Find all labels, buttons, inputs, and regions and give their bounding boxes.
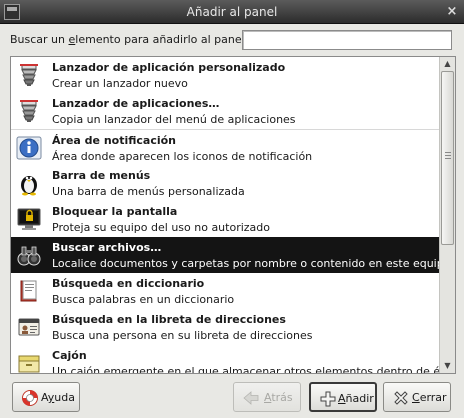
item-description: Un cajón emergente en el que almacenar o… bbox=[52, 365, 439, 373]
search-label: Buscar un elemento para añadirlo al pane… bbox=[10, 33, 249, 46]
item-name: Búsqueda en diccionario bbox=[52, 277, 205, 290]
back-button[interactable]: Atrás bbox=[233, 382, 301, 412]
item-name: Búsqueda en la libreta de direcciones bbox=[52, 313, 286, 326]
item-description: Área donde aparecen los iconos de notifi… bbox=[52, 150, 313, 163]
item-description: Copia un lanzador del menú de aplicacion… bbox=[52, 113, 296, 126]
list-item[interactable]: Cajón Un cajón emergente en el que almace… bbox=[11, 345, 439, 373]
list-item[interactable]: Bloquear la pantalla Proteja su equipo de… bbox=[11, 201, 439, 237]
item-name: Lanzador de aplicaciones… bbox=[52, 97, 220, 110]
items-list-frame: Lanzador de aplicación personalizado Crea… bbox=[10, 56, 456, 374]
launcher-icon bbox=[16, 62, 42, 88]
list-item[interactable]: Lanzador de aplicación personalizado Crea… bbox=[11, 57, 439, 93]
button-row: Ayuda Atrás Añadir Cerrar bbox=[0, 382, 464, 412]
scroll-thumb[interactable] bbox=[441, 71, 454, 245]
list-item[interactable]: Área de notificación Área donde aparecen … bbox=[11, 129, 439, 165]
list-item[interactable]: Lanzador de aplicaciones… Copia un lanzad… bbox=[11, 93, 439, 129]
back-arrow-icon bbox=[243, 391, 259, 405]
penguin-icon bbox=[16, 170, 42, 196]
list-item[interactable]: Buscar archivos… Localice documentos y ca… bbox=[11, 237, 439, 273]
help-button[interactable]: Ayuda bbox=[12, 382, 80, 412]
item-description: Busca palabras en un diccionario bbox=[52, 293, 235, 306]
add-button-label: Añadir bbox=[338, 392, 374, 405]
scroll-down-arrow-icon[interactable]: ▼ bbox=[440, 359, 455, 373]
close-x-icon bbox=[394, 391, 408, 405]
list-item[interactable]: Barra de menús Una barra de menús persona… bbox=[11, 165, 439, 201]
search-input[interactable] bbox=[242, 30, 452, 50]
help-button-label: Ayuda bbox=[41, 391, 75, 404]
list-item[interactable]: Búsqueda en la libreta de direcciones Bus… bbox=[11, 309, 439, 345]
drawer-icon bbox=[16, 350, 42, 373]
item-description: Una barra de menús personalizada bbox=[52, 185, 245, 198]
close-button[interactable]: Cerrar bbox=[383, 382, 451, 412]
search-row: Buscar un elemento para añadirlo al pane… bbox=[10, 30, 454, 50]
item-description: Busca una persona en su libreta de direc… bbox=[52, 329, 313, 342]
back-button-label: Atrás bbox=[264, 391, 293, 404]
item-description: Crear un lanzador nuevo bbox=[52, 77, 188, 90]
close-button-label: Cerrar bbox=[412, 391, 447, 404]
item-name: Área de notificación bbox=[52, 134, 177, 147]
add-button[interactable]: Añadir bbox=[309, 382, 377, 412]
lifebuoy-icon bbox=[22, 390, 38, 406]
items-list[interactable]: Lanzador de aplicación personalizado Crea… bbox=[11, 57, 439, 373]
item-name: Bloquear la pantalla bbox=[52, 205, 178, 218]
title-bar: Añadir al panel × bbox=[0, 0, 464, 24]
launcher-icon bbox=[16, 98, 42, 124]
item-name: Lanzador de aplicación personalizado bbox=[52, 61, 286, 74]
dictionary-icon bbox=[16, 278, 42, 304]
list-item[interactable]: Búsqueda en diccionario Busca palabras en… bbox=[11, 273, 439, 309]
address-book-icon bbox=[16, 314, 42, 340]
lock-screen-icon bbox=[16, 206, 42, 232]
window-title: Añadir al panel bbox=[186, 5, 278, 19]
scroll-up-arrow-icon[interactable]: ▲ bbox=[440, 57, 455, 71]
window-close-button[interactable]: × bbox=[444, 4, 460, 20]
plus-icon bbox=[320, 391, 336, 407]
item-description: Localice documentos y carpetas por nombr… bbox=[52, 257, 439, 270]
item-description: Proteja su equipo del uso no autorizado bbox=[52, 221, 271, 234]
item-name: Cajón bbox=[52, 349, 87, 362]
binoculars-icon bbox=[16, 242, 42, 268]
vertical-scrollbar[interactable]: ▲ ▼ bbox=[439, 57, 455, 373]
info-icon bbox=[16, 135, 42, 161]
item-name: Buscar archivos… bbox=[52, 241, 162, 254]
item-name: Barra de menús bbox=[52, 169, 151, 182]
